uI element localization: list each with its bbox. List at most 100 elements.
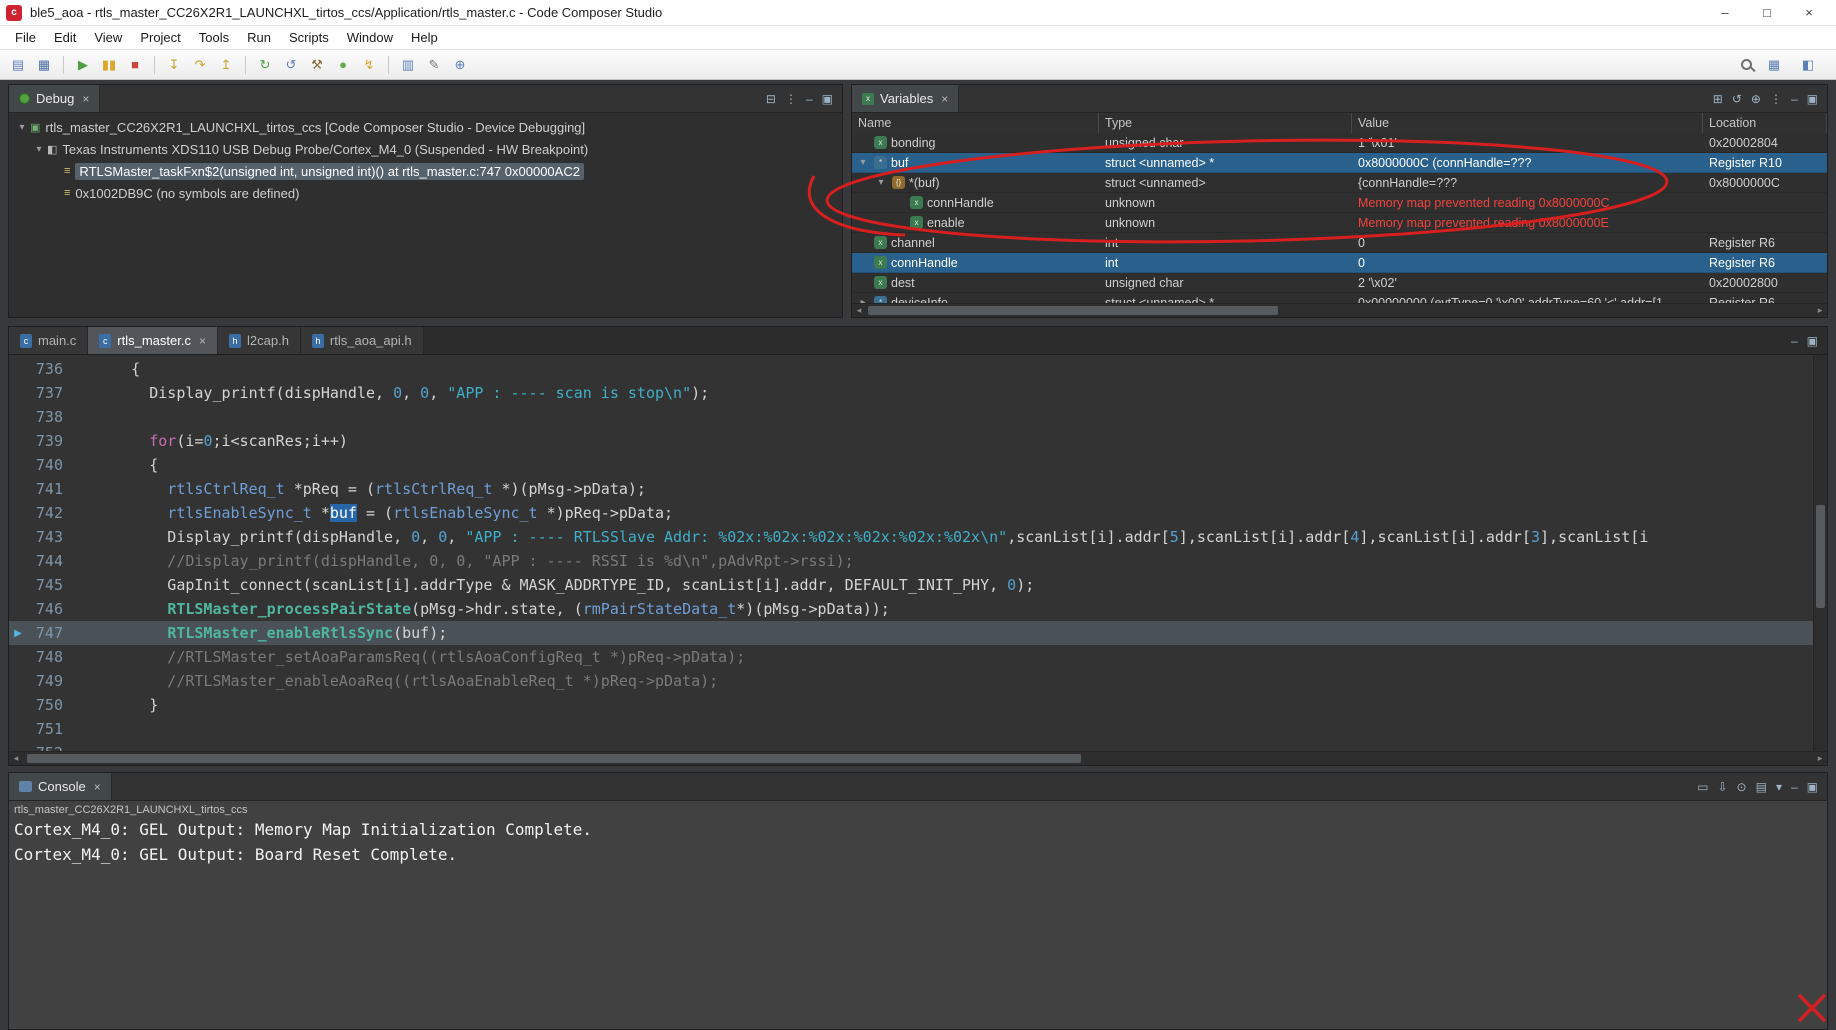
expander-icon[interactable]: ▾ — [32, 144, 46, 155]
tab-variables[interactable]: x Variables × — [852, 85, 959, 112]
step-into-button[interactable]: ↧ — [162, 53, 186, 77]
editor-hscrollbar[interactable]: ◂ ▸ — [9, 751, 1827, 765]
file-icon: h — [229, 334, 241, 348]
debug-tree-item[interactable]: ▾▣rtls_master_CC26X2R1_LAUNCHXL_tirtos_c… — [9, 116, 842, 138]
expander-icon[interactable]: ▾ — [15, 122, 29, 133]
editor-vscrollbar[interactable] — [1813, 355, 1827, 751]
variables-hscrollbar[interactable]: ◂ ▸ — [852, 303, 1827, 317]
close-icon[interactable]: × — [82, 92, 89, 106]
expander-icon[interactable]: ▾ — [874, 177, 888, 188]
restart-button[interactable]: ↻ — [253, 53, 277, 77]
refresh-icon[interactable]: ↺ — [1732, 92, 1742, 106]
debug-button[interactable]: ● — [331, 53, 355, 77]
variable-row[interactable]: xconnHandleunknownMemory map prevented r… — [852, 193, 1827, 213]
add-expression-icon[interactable]: ⊕ — [1751, 92, 1761, 106]
step-over-button[interactable]: ↷ — [188, 53, 212, 77]
editor-tab-rtls_aoa_api-h[interactable]: hrtls_aoa_api.h — [301, 327, 424, 354]
collapse-all-icon[interactable]: ⊟ — [766, 92, 776, 106]
menu-file[interactable]: File — [6, 27, 45, 48]
editor-tab-l2cap-h[interactable]: hl2cap.h — [218, 327, 301, 354]
column-header-location[interactable]: Location — [1703, 113, 1827, 133]
variable-row[interactable]: ▾{}*(buf)struct <unnamed>{connHandle=???… — [852, 173, 1827, 193]
scroll-right-icon[interactable]: ▸ — [1813, 752, 1827, 765]
tab-console[interactable]: Console × — [9, 773, 112, 800]
menu-view[interactable]: View — [85, 27, 131, 48]
editor-tab-rtls_master-c[interactable]: crtls_master.c× — [88, 327, 218, 354]
maximize-icon[interactable]: ▣ — [1807, 92, 1818, 106]
terminate-button[interactable]: ■ — [123, 53, 147, 77]
maximize-button[interactable]: □ — [1746, 1, 1788, 25]
clear-console-icon[interactable]: ▭ — [1697, 780, 1708, 794]
variable-row[interactable]: ▾*bufstruct <unnamed> *0x8000000C (connH… — [852, 153, 1827, 173]
memory-button[interactable]: ▥ — [396, 53, 420, 77]
console-icon — [19, 781, 32, 792]
column-header-value[interactable]: Value — [1352, 113, 1703, 133]
maximize-icon[interactable]: ▣ — [822, 92, 833, 106]
flash-button[interactable]: ↯ — [357, 53, 381, 77]
maximize-icon[interactable]: ▣ — [1807, 780, 1818, 794]
debug-tree-item[interactable]: ▾◧Texas Instruments XDS110 USB Debug Pro… — [9, 138, 842, 160]
close-button[interactable]: × — [1788, 1, 1830, 25]
search-icon[interactable] — [1741, 59, 1752, 70]
scrollbar-thumb[interactable] — [868, 306, 1278, 315]
edit-button[interactable]: ✎ — [422, 53, 446, 77]
close-icon[interactable]: × — [199, 334, 206, 348]
resume-button[interactable]: ▶ — [71, 53, 95, 77]
pin-console-icon[interactable]: ⊙ — [1737, 780, 1747, 794]
variable-row[interactable]: xbondingunsigned char1 '\x01'0x20002804 — [852, 133, 1827, 153]
scroll-lock-icon[interactable]: ⇩ — [1717, 780, 1727, 794]
variable-row[interactable]: xenableunknownMemory map prevented readi… — [852, 213, 1827, 233]
menu-scripts[interactable]: Scripts — [280, 27, 338, 48]
minimize-icon[interactable]: – — [1791, 334, 1798, 348]
view-menu-icon[interactable]: ⋮ — [1770, 92, 1782, 106]
scroll-right-icon[interactable]: ▸ — [1813, 304, 1827, 317]
expander-icon[interactable]: ▾ — [856, 157, 870, 168]
code-editor[interactable]: 736 {737 Display_printf(dispHandle, 0, 0… — [8, 354, 1828, 766]
refresh-button[interactable]: ↺ — [279, 53, 303, 77]
close-icon[interactable]: × — [941, 92, 948, 106]
pin-button[interactable]: ⊕ — [448, 53, 472, 77]
scroll-left-icon[interactable]: ◂ — [9, 752, 23, 765]
menu-project[interactable]: Project — [131, 27, 189, 48]
menu-edit[interactable]: Edit — [45, 27, 85, 48]
variable-row[interactable]: xchannelint0Register R6 — [852, 233, 1827, 253]
variable-row[interactable]: xconnHandleint0Register R6 — [852, 253, 1827, 273]
menu-run[interactable]: Run — [238, 27, 280, 48]
variable-name-cell: xbonding — [852, 136, 1099, 150]
column-header-type[interactable]: Type — [1099, 113, 1352, 133]
build-button[interactable]: ⚒ — [305, 53, 329, 77]
step-return-button[interactable]: ↥ — [214, 53, 238, 77]
menu-window[interactable]: Window — [338, 27, 402, 48]
menu-tools[interactable]: Tools — [190, 27, 238, 48]
suspend-button[interactable]: ▮▮ — [97, 53, 121, 77]
maximize-icon[interactable]: ▣ — [1807, 334, 1818, 348]
minimize-icon[interactable]: – — [806, 92, 813, 106]
save-button[interactable]: ▦ — [32, 53, 56, 77]
line-number: 751 — [27, 717, 77, 741]
scroll-left-icon[interactable]: ◂ — [852, 304, 866, 317]
new-file-button[interactable]: ▤ — [6, 53, 30, 77]
editor-tab-main-c[interactable]: cmain.c — [9, 327, 88, 354]
column-header-name[interactable]: Name — [852, 113, 1099, 133]
menu-help[interactable]: Help — [402, 27, 447, 48]
variable-row[interactable]: xdestunsigned char2 '\x02'0x20002800 — [852, 273, 1827, 293]
title-bar: c ble5_aoa - rtls_master_CC26X2R1_LAUNCH… — [0, 0, 1836, 26]
minimize-button[interactable]: – — [1704, 1, 1746, 25]
minimize-icon[interactable]: – — [1791, 92, 1798, 106]
debug-perspective-icon[interactable]: ◧ — [1796, 53, 1820, 77]
display-selected-console-icon[interactable]: ▤ — [1756, 780, 1767, 794]
scrollbar-thumb[interactable] — [1816, 505, 1825, 608]
variable-type: unknown — [1099, 216, 1352, 230]
code-text: GapInit_connect(scanList[i].addrType & M… — [77, 573, 1813, 597]
console-output[interactable]: rtls_master_CC26X2R1_LAUNCHXL_tirtos_ccs… — [9, 801, 1827, 1029]
tab-debug[interactable]: Debug × — [9, 85, 100, 112]
scrollbar-thumb[interactable] — [27, 754, 1081, 763]
open-perspective-icon[interactable]: ▦ — [1762, 53, 1786, 77]
view-menu-icon[interactable]: ⋮ — [785, 92, 797, 106]
minimize-icon[interactable]: – — [1791, 780, 1798, 794]
debug-tree-item[interactable]: ≡0x1002DB9C (no symbols are defined) — [9, 182, 842, 204]
debug-tree-item[interactable]: ≡RTLSMaster_taskFxn$2(unsigned int, unsi… — [9, 160, 842, 182]
open-console-icon[interactable]: ▾ — [1776, 780, 1782, 794]
show-type-names-icon[interactable]: ⊞ — [1713, 92, 1723, 106]
close-icon[interactable]: × — [94, 780, 101, 794]
